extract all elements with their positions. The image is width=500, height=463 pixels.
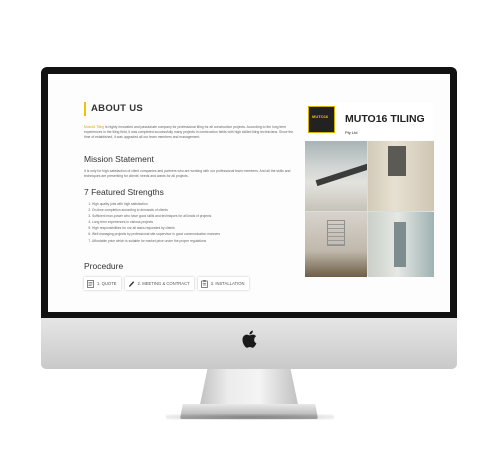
procedure-step-label: 2. MEETING & CONTRACT	[137, 281, 190, 286]
procedure-steps: 1. QUOTE 2. MEETING & CONTRACT 3. INSTAL…	[84, 277, 249, 290]
about-intro-text: is highly innovated and passionate compa…	[84, 125, 294, 139]
title-accent-bar	[84, 102, 86, 116]
project-photo-hallway	[368, 141, 434, 211]
company-logo: MUTO16 MUTO16 TILING Pty Ltd	[305, 103, 433, 140]
clipboard-icon	[201, 279, 208, 288]
procedure-step-label: 3. INSTALLATION	[210, 281, 245, 286]
list-item: Affordable price which is suitable for m…	[92, 238, 307, 244]
pen-icon	[128, 280, 134, 287]
procedure-heading: Procedure	[84, 261, 124, 271]
project-photo-shower	[368, 212, 434, 277]
monitor-stand	[199, 369, 299, 409]
mission-heading: Mission Statement	[84, 154, 154, 164]
apple-logo-icon	[242, 330, 257, 348]
about-title: ABOUT US	[91, 103, 144, 114]
monitor-screen: ABOUT US Muto16 Tiling is highly innovat…	[48, 74, 450, 312]
stand-shadow	[166, 414, 334, 420]
procedure-step-quote[interactable]: 1. QUOTE	[84, 277, 121, 290]
project-photo-bathroom	[305, 212, 367, 277]
procedure-step-installation[interactable]: 3. INSTALLATION	[197, 277, 249, 290]
logo-mark-icon: MUTO16	[308, 106, 335, 133]
document-icon	[87, 279, 94, 288]
strengths-list: High quality jobs with high satisfaction…	[84, 201, 307, 244]
about-intro: Muto16 Tiling is highly innovated and pa…	[84, 125, 299, 139]
procedure-step-meeting[interactable]: 2. MEETING & CONTRACT	[124, 277, 194, 290]
logo-text: MUTO16 TILING Pty Ltd	[345, 113, 425, 135]
project-photo-driveway	[305, 141, 367, 211]
procedure-step-label: 1. QUOTE	[97, 281, 117, 286]
mission-text: It is only for high satisfaction of clie…	[84, 169, 291, 178]
strengths-heading: 7 Featured Strengths	[84, 187, 164, 197]
company-link[interactable]: Muto16 Tiling	[84, 125, 104, 129]
project-photo-collage	[305, 141, 434, 277]
